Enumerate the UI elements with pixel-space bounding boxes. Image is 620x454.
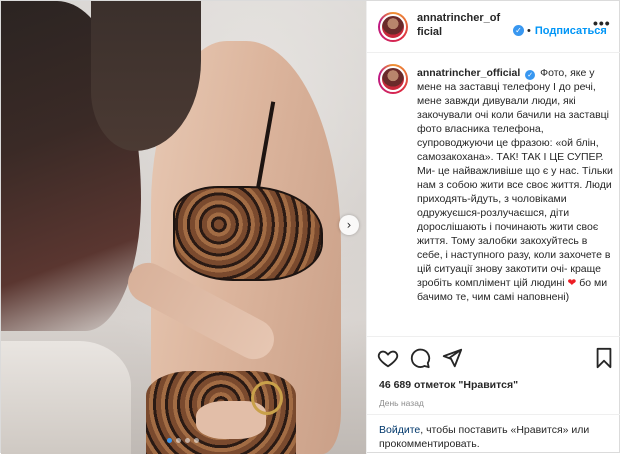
header-username-line2: ficial bbox=[417, 26, 443, 38]
comment-prompt-text: Войдите, чтобы поставить «Нравится» или … bbox=[379, 423, 614, 451]
photo-bracelet bbox=[251, 381, 283, 415]
caption-section: annatrincher_official ✓ Фото, яке у мене… bbox=[367, 53, 620, 336]
avatar[interactable] bbox=[378, 12, 408, 42]
avatar[interactable] bbox=[378, 64, 408, 94]
comment-bubble-icon[interactable] bbox=[409, 347, 431, 369]
red-heart-icon: ❤ bbox=[567, 277, 577, 289]
carousel-indicator bbox=[167, 438, 199, 443]
verified-badge-icon: ✓ bbox=[513, 25, 524, 36]
photo-bedsheet bbox=[1, 341, 131, 454]
more-options-icon[interactable]: ••• bbox=[593, 15, 611, 31]
separator-dot: • bbox=[527, 25, 531, 37]
verified-badge-icon: ✓ bbox=[525, 70, 536, 80]
post-media[interactable]: › bbox=[1, 1, 366, 454]
likes-number: 46 689 bbox=[379, 379, 412, 391]
post-date: День назад bbox=[379, 398, 424, 408]
caption-body-1: Фото, яке у мене на заставці телефону І … bbox=[417, 67, 613, 289]
carousel-dot bbox=[185, 438, 190, 443]
heart-outline-icon[interactable] bbox=[377, 347, 399, 369]
likes-word: отметок bbox=[414, 379, 456, 391]
carousel-dot bbox=[167, 438, 172, 443]
photo-top bbox=[173, 186, 323, 281]
header-username[interactable]: annatrincher_of ficial bbox=[417, 11, 512, 39]
login-link[interactable]: Войдите bbox=[379, 424, 420, 436]
likes-count[interactable]: 46 689 отметок "Нравится" bbox=[379, 379, 518, 391]
paper-plane-icon[interactable] bbox=[441, 347, 463, 369]
caption-username[interactable]: annatrincher_official bbox=[417, 67, 520, 79]
bookmark-icon[interactable] bbox=[593, 347, 615, 369]
post-side-panel: annatrincher_of ficial ✓ • Подписаться ••… bbox=[366, 1, 620, 454]
comment-login-prompt: Войдите, чтобы поставить «Нравится» или … bbox=[367, 414, 620, 454]
likes-suffix: "Нравится" bbox=[458, 379, 519, 391]
carousel-dot bbox=[194, 438, 199, 443]
post-dialog: › annatrincher_of ficial ✓ • Подписаться … bbox=[0, 0, 620, 454]
post-header: annatrincher_of ficial ✓ • Подписаться ••… bbox=[367, 1, 620, 53]
next-slide-button[interactable]: › bbox=[339, 215, 359, 235]
caption-text: annatrincher_official ✓ Фото, яке у мене… bbox=[417, 66, 615, 304]
action-bar bbox=[367, 336, 620, 376]
chevron-right-icon: › bbox=[346, 218, 352, 232]
header-username-line1: annatrincher_of bbox=[417, 12, 501, 24]
carousel-dot bbox=[176, 438, 181, 443]
